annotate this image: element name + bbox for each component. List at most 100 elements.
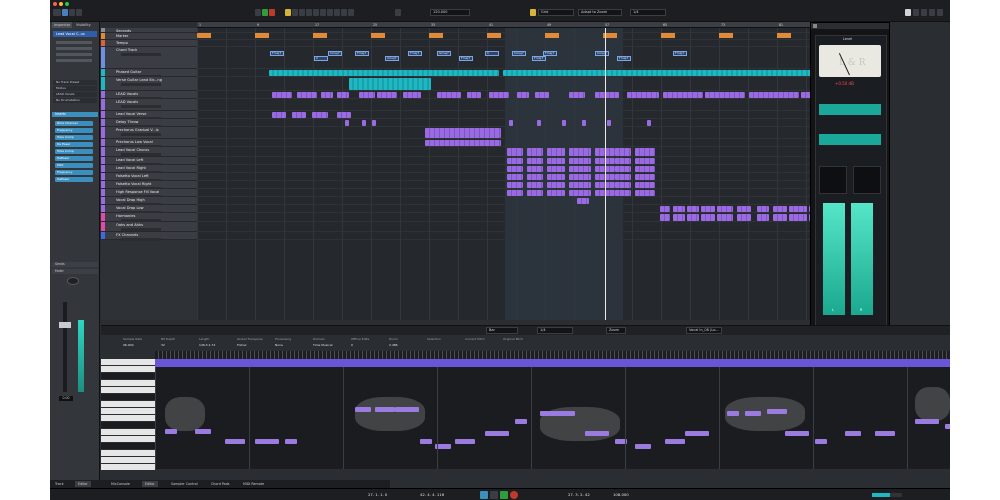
track-lane[interactable] [197, 119, 850, 127]
audio-event[interactable] [272, 92, 292, 98]
tab-visibility[interactable]: Visibility [74, 22, 93, 28]
track-name[interactable]: Chord Track [116, 48, 137, 52]
audio-event[interactable] [489, 92, 509, 98]
audio-event[interactable] [527, 182, 543, 188]
range-tool-button[interactable] [292, 9, 298, 16]
audio-event[interactable] [607, 120, 611, 126]
audio-event[interactable] [562, 120, 566, 126]
lower-track-field[interactable]: Vocal In_08 (Lo... [686, 327, 722, 334]
piano-key[interactable] [101, 457, 155, 463]
audio-event[interactable] [615, 190, 631, 196]
track-controls[interactable] [121, 83, 161, 86]
info-value[interactable]: 32 [161, 343, 165, 347]
audio-event[interactable] [507, 182, 523, 188]
track-name[interactable]: Falsetto Vocal Right [116, 182, 151, 186]
track-lane[interactable] [197, 213, 850, 222]
track-header[interactable]: FX Channels [101, 232, 197, 241]
pitch-segment[interactable] [815, 439, 827, 444]
track-name[interactable]: Lead Vocal Chorus [116, 148, 149, 152]
inspector-volume-knob[interactable] [56, 41, 92, 44]
audio-event[interactable] [547, 158, 565, 164]
inspector-pan-knob[interactable] [56, 47, 92, 50]
inspector-output[interactable] [56, 59, 92, 62]
right-zone-button[interactable] [913, 9, 919, 16]
track-header[interactable]: Vocal Drop Low [101, 205, 197, 214]
audio-event[interactable] [372, 120, 376, 126]
inspector-row-modus[interactable]: Modus [53, 86, 97, 91]
info-value[interactable]: Time Musical [313, 343, 333, 347]
inspector-track-preset[interactable]: No Track Preset [53, 80, 97, 85]
pitch-segment[interactable] [375, 407, 395, 412]
pitch-segment[interactable] [285, 439, 297, 444]
audio-event[interactable] [345, 120, 349, 126]
audio-event[interactable] [569, 158, 591, 164]
audio-event[interactable] [701, 206, 715, 212]
snap-button[interactable] [530, 9, 536, 16]
track-name[interactable]: Lead Vocal Left [116, 158, 143, 162]
track-header[interactable]: Falsetto Vocal Right [101, 181, 197, 190]
track-lane[interactable] [197, 189, 850, 197]
piano-key[interactable] [101, 380, 155, 386]
track-controls[interactable] [121, 153, 161, 156]
fader-section-header[interactable]: Fader [52, 269, 98, 274]
audio-event[interactable] [757, 206, 769, 212]
audio-event[interactable] [757, 214, 769, 221]
track-lane[interactable] [197, 232, 850, 240]
track-name[interactable]: LEAD Vocals [116, 100, 138, 104]
piano-key[interactable] [101, 366, 155, 372]
track-name[interactable]: Falsetto Vocal Left [116, 174, 149, 178]
audio-event[interactable] [569, 92, 585, 98]
piano-key[interactable] [101, 436, 155, 442]
fader-value[interactable]: 0.00 [59, 396, 73, 401]
track-name[interactable]: Prechorus Low Vocal [116, 140, 153, 144]
transport-play-button[interactable] [500, 491, 508, 499]
insert-slot-3[interactable]: Tube Comp [55, 135, 93, 140]
audio-event[interactable] [673, 206, 685, 212]
piano-key[interactable] [101, 359, 155, 365]
chord-event[interactable]: Cmaj7 [328, 51, 342, 56]
piano-key[interactable] [101, 401, 155, 407]
audio-event[interactable] [535, 92, 549, 98]
audio-event[interactable] [717, 214, 733, 221]
chord-event[interactable]: Amaj7 [385, 56, 399, 61]
insert-slot-5[interactable]: Tube Comp [55, 149, 93, 154]
insert-slot-4[interactable]: De Esser [55, 142, 93, 147]
piano-key[interactable] [101, 373, 155, 379]
audio-event[interactable] [673, 214, 685, 221]
inspector-row-group[interactable]: LEAD Vocals [53, 92, 97, 97]
pitch-segment[interactable] [555, 411, 575, 416]
pitch-segment[interactable] [685, 431, 709, 436]
pitch-segment[interactable] [945, 424, 950, 429]
autoscroll-button[interactable] [395, 9, 401, 16]
info-value[interactable]: 2.486 [389, 343, 398, 347]
pitch-segment[interactable] [485, 431, 509, 436]
track-lane[interactable] [197, 157, 850, 165]
track-header[interactable]: High Response Fill Vocal [101, 189, 197, 198]
audio-event[interactable] [615, 174, 631, 180]
left-locator[interactable]: 27. 1. 1. 0 [368, 491, 387, 499]
audio-event[interactable] [615, 182, 631, 188]
track-lane[interactable] [197, 77, 850, 91]
audio-event[interactable] [537, 120, 541, 126]
track-name[interactable]: Lead Vocal Verse [116, 112, 146, 116]
chord-event[interactable]: Fmaj7 [408, 51, 422, 56]
pitch-segment[interactable] [540, 411, 556, 416]
insert-slot-9[interactable]: DeEsser [55, 177, 93, 182]
track-lane[interactable] [197, 127, 850, 139]
piano-key[interactable] [101, 422, 155, 428]
pitch-segment[interactable] [845, 431, 861, 436]
audio-event[interactable] [547, 174, 565, 180]
audio-event[interactable] [687, 206, 699, 212]
transport-stop-button[interactable] [490, 491, 498, 499]
audio-event[interactable] [547, 190, 565, 196]
track-name[interactable]: Prechorus Gradual V...ls [116, 128, 159, 132]
track-lane[interactable] [197, 205, 850, 213]
audio-event[interactable] [527, 174, 543, 180]
bottom-tab[interactable]: Editor [75, 481, 91, 487]
track-name[interactable]: Lead Vocal Right [116, 166, 146, 170]
audio-event[interactable] [507, 158, 523, 164]
audio-event[interactable] [349, 78, 431, 90]
audio-event[interactable] [547, 166, 565, 172]
piano-key[interactable] [101, 394, 155, 400]
pitch-segment[interactable] [255, 439, 279, 444]
